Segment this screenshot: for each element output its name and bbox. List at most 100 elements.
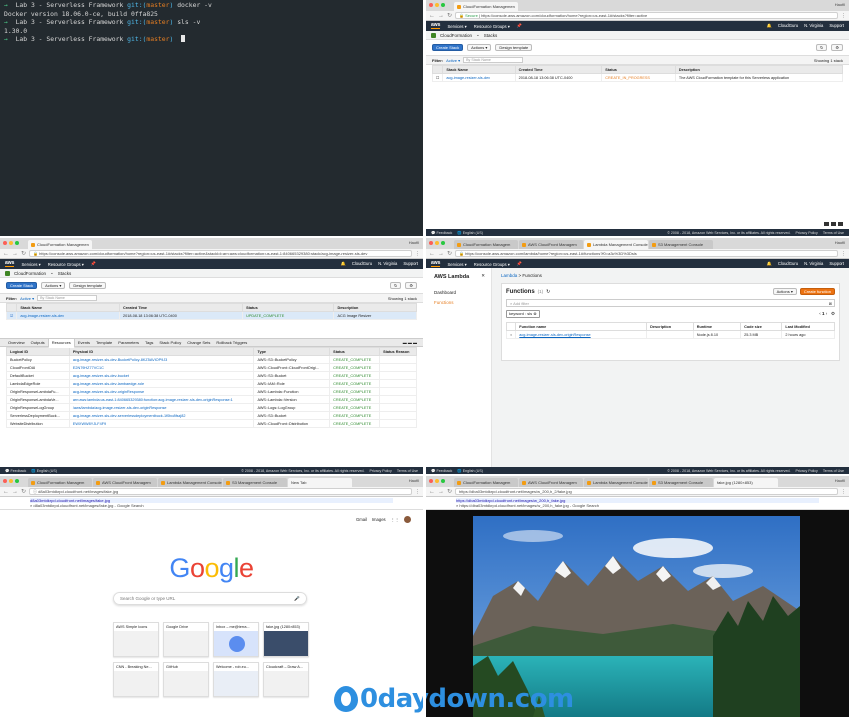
bell-icon[interactable]: 🔔 <box>767 23 772 29</box>
settings-icon[interactable]: ⚙ <box>405 282 417 289</box>
tab-rollback-triggers[interactable]: Rollback Triggers <box>213 339 250 347</box>
terms-link[interactable]: Terms of Use <box>823 231 844 235</box>
back-icon[interactable]: ← <box>3 251 9 257</box>
create-function-button[interactable]: Create function <box>799 288 835 295</box>
table-row[interactable]: ServerlessDeploymentBuck... acg-image-res… <box>6 411 417 420</box>
filter-chip[interactable]: keyword : sls ⊗ <box>506 310 540 318</box>
resource-groups-menu[interactable]: Resource Groups ▾ <box>474 262 510 267</box>
tab-s3[interactable]: S3 Management Console <box>223 478 287 487</box>
table-row[interactable]: OriginResponseLambdaFu... acg-image-resiz… <box>6 387 417 396</box>
table-row[interactable]: DefaultBucket acg-image-resizer-sls-dev-b… <box>6 371 417 380</box>
account-menu[interactable]: CloudGuru <box>778 261 798 267</box>
row-checkbox[interactable]: ☑ <box>10 314 13 318</box>
url-input[interactable]: 🔒 https://console.aws.amazon.com/lambda/… <box>455 250 838 257</box>
back-icon[interactable]: ← <box>429 251 435 257</box>
account-menu[interactable]: CloudGuru <box>352 261 372 267</box>
feedback-link[interactable]: 💬 Feedback <box>5 469 26 473</box>
pin-icon[interactable]: 📌 <box>517 23 522 29</box>
tab-overview[interactable]: Overview <box>5 339 28 347</box>
avatar[interactable] <box>404 516 411 523</box>
row-radio[interactable]: ○ <box>510 333 512 337</box>
aws-logo[interactable]: aws <box>5 261 15 267</box>
create-stack-button[interactable]: Create Stack <box>432 44 464 51</box>
forward-icon[interactable]: → <box>12 489 18 495</box>
tab-cloudformation[interactable]: CloudFormation Managem <box>454 240 518 249</box>
gmail-link[interactable]: Gmail <box>356 517 367 522</box>
tab-new[interactable]: New Tab <box>288 478 352 487</box>
tab-stack-policy[interactable]: Stack Policy <box>156 339 184 347</box>
most-visited-tile[interactable]: Inbox – me@terra... <box>213 622 259 657</box>
support-menu[interactable]: Support <box>829 261 844 267</box>
forward-icon[interactable]: → <box>438 251 444 257</box>
region-menu[interactable]: N. Virginia <box>378 261 397 267</box>
tab-cloudformation[interactable]: CloudFormation Managem <box>454 478 518 487</box>
reload-icon[interactable]: ↻ <box>447 488 452 495</box>
pagination[interactable]: ‹ 1 › ⚙ <box>819 311 835 317</box>
most-visited-tile[interactable]: Cloudcraft – Draw A... <box>263 662 309 697</box>
url-input[interactable]: 🔒 Secure | https://console.aws.amazon.co… <box>455 12 838 19</box>
reload-icon[interactable]: ↻ <box>447 250 452 257</box>
most-visited-tile[interactable]: Google Drive <box>163 622 209 657</box>
privacy-link[interactable]: Privacy Policy <box>369 469 391 473</box>
reload-icon[interactable]: ↻ <box>21 250 26 257</box>
forward-icon[interactable]: → <box>438 489 444 495</box>
create-stack-button[interactable]: Create Stack <box>6 282 38 289</box>
menu-icon[interactable]: ⋮ <box>841 13 846 19</box>
terminal-window[interactable]: → Lab 3 - Serverless Framework git:(mast… <box>0 0 423 236</box>
url-input[interactable]: ⓘ d8a03mtdkrpd.cloudfront.net/images/fak… <box>29 488 412 495</box>
feedback-link[interactable]: 💬 Feedback <box>431 231 452 235</box>
profile-name[interactable]: Haofil <box>835 2 845 7</box>
close-icon[interactable]: ✕ <box>481 273 485 279</box>
profile-name[interactable]: Haofil <box>409 478 419 483</box>
terms-link[interactable]: Terms of Use <box>397 469 418 473</box>
support-menu[interactable]: Support <box>829 23 844 29</box>
tab-outputs[interactable]: Outputs <box>28 339 48 347</box>
most-visited-tile[interactable]: GitHub <box>163 662 209 697</box>
tab-s3[interactable]: S3 Management Console <box>649 478 713 487</box>
tab-cloudformation[interactable]: CloudFormation Managemen <box>454 2 518 11</box>
bell-icon[interactable]: 🔔 <box>341 261 346 267</box>
resource-groups-menu[interactable]: Resource Groups ▾ <box>474 24 510 29</box>
most-visited-tile[interactable]: Welcome - rob.eu... <box>213 662 259 697</box>
table-row[interactable]: ☐ acg-image-resizer-sls-dev 2018-08-18 1… <box>431 73 844 82</box>
filter-input[interactable]: ⌕ Add filter ⊠ <box>506 299 835 307</box>
table-row[interactable]: OriginResponseLambdaVe... arn:aws:lambda:… <box>6 395 417 404</box>
filter-select[interactable]: Active ▾ <box>446 58 460 63</box>
filter-input[interactable]: By Stack Name <box>37 295 98 301</box>
tab-template[interactable]: Template <box>93 339 115 347</box>
clear-filter-icon[interactable]: ⊠ <box>829 300 832 307</box>
table-row[interactable]: BucketPolicy acg-image-resizer-sls-dev-Bu… <box>6 355 417 364</box>
back-icon[interactable]: ← <box>429 13 435 19</box>
actions-button[interactable]: Actions ▾ <box>772 288 797 295</box>
url-input[interactable]: https://dba03mtdkrpd.cloudfront.net/imag… <box>455 488 838 495</box>
tab-cloudfront[interactable]: AWS CloudFront Managem <box>519 240 583 249</box>
tab-cloudformation[interactable]: CloudFormation Managemen <box>28 240 92 249</box>
aws-logo[interactable]: aws <box>431 261 441 267</box>
filter-input[interactable]: By Stack Name <box>463 57 524 63</box>
pin-icon[interactable]: 📌 <box>91 261 96 267</box>
filter-select[interactable]: Active ▾ <box>20 296 34 301</box>
profile-name[interactable]: Haofil <box>835 478 845 483</box>
panel-layout-icons[interactable]: ▬ ▬ ▬ <box>400 339 423 347</box>
account-menu[interactable]: CloudGuru <box>778 23 798 29</box>
service-name[interactable]: CloudFormation <box>440 33 472 38</box>
table-row[interactable]: OriginResponseLogGroup/aws/lambda/acg-im… <box>6 403 417 412</box>
tab-cloudfront[interactable]: AWS CloudFront Managem <box>519 478 583 487</box>
tab-image[interactable]: fake.jpg (1280×853) <box>714 478 778 487</box>
services-menu[interactable]: Services ▾ <box>447 24 466 29</box>
apps-icon[interactable]: ⋮⋮ <box>391 517 399 522</box>
google-search-input[interactable]: Search Google or type URL 🎤 <box>113 592 307 605</box>
tab-lambda[interactable]: Lambda Management Console <box>584 240 648 249</box>
language-select[interactable]: 🌐 English (US) <box>457 231 483 235</box>
feedback-link[interactable]: 💬 Feedback <box>431 469 452 473</box>
table-row[interactable]: ☑ acg-image-resizer-sls-dev 2018-08-18 1… <box>5 311 417 320</box>
actions-button[interactable]: Actions ▾ <box>41 282 66 289</box>
forward-icon[interactable]: → <box>12 251 18 257</box>
resource-groups-menu[interactable]: Resource Groups ▾ <box>48 262 84 267</box>
tab-s3[interactable]: S3 Management Console <box>649 240 713 249</box>
url-input[interactable]: 🔒 https://console.aws.amazon.com/cloudfo… <box>29 250 412 257</box>
aws-logo[interactable]: aws <box>431 23 441 29</box>
refresh-icon[interactable]: ↻ <box>390 282 402 289</box>
profile-name[interactable]: Haofil <box>835 240 845 245</box>
sidebar-item-dashboard[interactable]: Dashboard <box>434 290 483 295</box>
